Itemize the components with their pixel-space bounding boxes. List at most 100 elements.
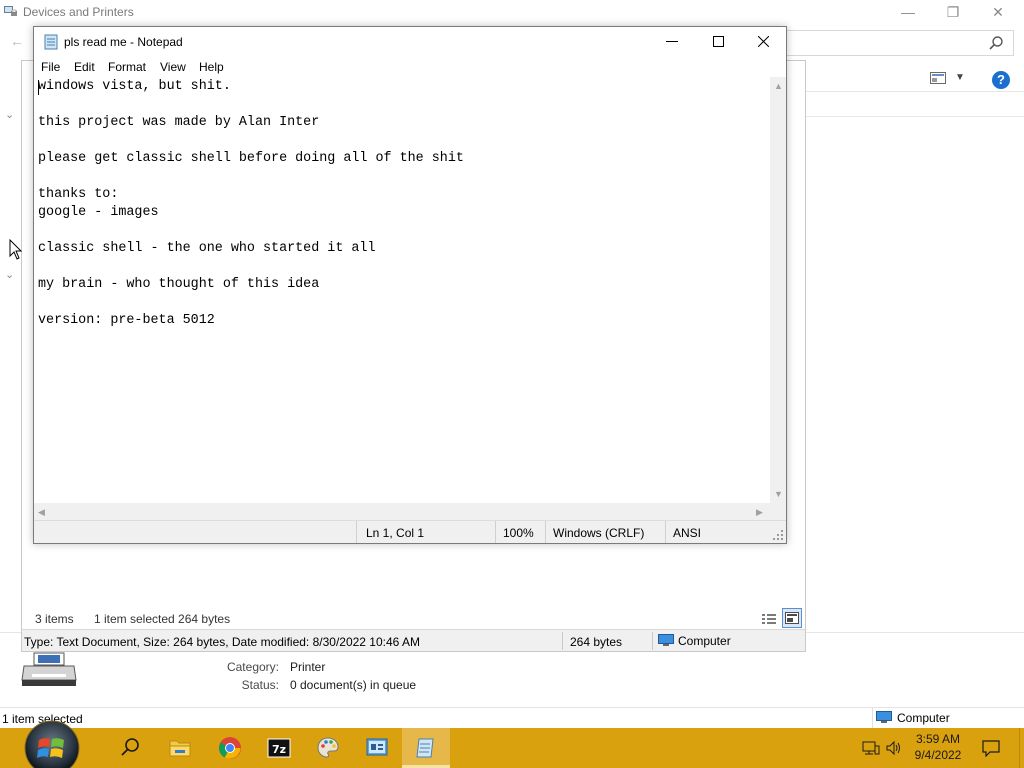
file-size: 264 bytes bbox=[570, 635, 623, 649]
svg-text:7z: 7z bbox=[272, 743, 286, 756]
text-line: version: pre-beta 5012 bbox=[38, 313, 215, 328]
volume-icon[interactable] bbox=[885, 740, 903, 756]
search-icon bbox=[121, 738, 139, 756]
chevron-down-icon[interactable]: ⌄ bbox=[5, 268, 14, 281]
divider bbox=[356, 521, 357, 543]
paint-palette-icon bbox=[317, 737, 339, 758]
selected-info: 1 item selected 264 bytes bbox=[94, 612, 231, 626]
menu-edit[interactable]: Edit bbox=[74, 60, 95, 74]
taskbar-notepad-button[interactable] bbox=[402, 728, 450, 768]
notepad-window: pls read me - Notepad File Edit Format V… bbox=[33, 26, 787, 544]
notepad-statusbar: Ln 1, Col 1 100% Windows (CRLF) ANSI bbox=[34, 520, 786, 543]
devices-statusbar: 1 item selected Computer bbox=[0, 707, 1024, 729]
network-icon[interactable] bbox=[862, 740, 880, 756]
scrollbar-corner bbox=[770, 503, 786, 520]
minimize-button[interactable]: — bbox=[898, 2, 918, 22]
help-icon[interactable]: ? bbox=[992, 71, 1010, 89]
text-line: windows vista, but shit. bbox=[38, 79, 231, 94]
notepad-icon bbox=[416, 738, 434, 758]
zoom-level: 100% bbox=[503, 526, 534, 540]
divider bbox=[562, 632, 563, 650]
text-line: google - images bbox=[38, 205, 159, 220]
system-clock[interactable]: 3:59 AM 9/4/2022 bbox=[906, 731, 970, 763]
text-line: my brain - who thought of this idea bbox=[38, 277, 320, 292]
scroll-left-arrow-icon[interactable]: ◀ bbox=[38, 507, 45, 517]
taskbar-7zip-button[interactable]: 7z bbox=[255, 728, 303, 768]
maximize-button[interactable]: ❐ bbox=[943, 2, 963, 22]
preview-pane-icon bbox=[785, 612, 799, 624]
computer-icon bbox=[658, 634, 674, 646]
status-label: Status: bbox=[241, 678, 279, 692]
view-options-dropdown[interactable]: ▼ bbox=[955, 72, 965, 83]
category-value: Printer bbox=[290, 660, 326, 674]
maximize-icon bbox=[713, 36, 724, 47]
menu-file[interactable]: File bbox=[41, 60, 60, 74]
taskbar-paint-button[interactable] bbox=[304, 728, 352, 768]
divider bbox=[806, 116, 1024, 117]
notepad-title: pls read me - Notepad bbox=[64, 35, 183, 49]
preview-view-button[interactable] bbox=[782, 608, 802, 628]
text-editor[interactable]: windows vista, but shit. this project wa… bbox=[34, 77, 770, 503]
resize-grip-icon[interactable] bbox=[772, 529, 784, 541]
change-view-icon[interactable] bbox=[930, 72, 946, 84]
menu-view[interactable]: View bbox=[160, 60, 186, 74]
taskbar-control-panel-button[interactable] bbox=[353, 728, 401, 768]
taskbar-chrome-button[interactable] bbox=[206, 728, 254, 768]
divider bbox=[545, 521, 546, 543]
file-info-bar: Type: Text Document, Size: 264 bytes, Da… bbox=[22, 629, 805, 651]
chrome-icon bbox=[219, 737, 241, 759]
item-count: 3 items bbox=[35, 612, 74, 626]
details-view-icon[interactable] bbox=[760, 610, 778, 626]
mouse-cursor-icon bbox=[9, 239, 23, 260]
printer-icon bbox=[21, 652, 77, 686]
scroll-up-arrow-icon[interactable]: ▲ bbox=[774, 81, 783, 91]
close-button[interactable]: ✕ bbox=[988, 2, 1008, 22]
7zip-icon: 7z bbox=[267, 738, 291, 758]
location-label: Computer bbox=[897, 711, 950, 725]
search-icon[interactable] bbox=[988, 35, 1004, 51]
scroll-down-arrow-icon[interactable]: ▼ bbox=[774, 489, 783, 499]
taskbar-search-button[interactable] bbox=[106, 728, 154, 768]
devices-titlebar[interactable]: Devices and Printers — ❐ ✕ bbox=[0, 0, 1024, 24]
location-label: Computer bbox=[678, 634, 731, 648]
horizontal-scrollbar[interactable]: ◀ ▶ bbox=[34, 503, 770, 520]
status-value: 0 document(s) in queue bbox=[290, 678, 417, 692]
command-bar bbox=[786, 62, 1024, 92]
search-input[interactable] bbox=[786, 30, 1014, 56]
taskbar: 7z 3:59 AM 9/4/2022 bbox=[0, 720, 1024, 768]
control-panel-icon bbox=[366, 738, 388, 756]
devices-window-title: Devices and Printers bbox=[23, 5, 134, 19]
notepad-icon bbox=[44, 34, 58, 50]
computer-icon bbox=[876, 711, 892, 723]
clock-date: 9/4/2022 bbox=[914, 748, 962, 762]
text-line: classic shell - the one who started it a… bbox=[38, 241, 376, 256]
encoding: ANSI bbox=[673, 526, 702, 540]
menu-format[interactable]: Format bbox=[108, 60, 146, 74]
folder-icon bbox=[169, 740, 191, 757]
location-status: Computer bbox=[876, 711, 950, 725]
cursor-position: Ln 1, Col 1 bbox=[366, 526, 425, 540]
divider bbox=[495, 521, 496, 543]
category-label: Category: bbox=[226, 660, 279, 674]
line-ending: Windows (CRLF) bbox=[553, 526, 645, 540]
menu-help[interactable]: Help bbox=[199, 60, 224, 74]
close-button[interactable] bbox=[740, 27, 786, 57]
back-arrow-icon[interactable]: ← bbox=[10, 33, 24, 49]
maximize-button[interactable] bbox=[695, 27, 741, 57]
scroll-right-arrow-icon[interactable]: ▶ bbox=[756, 507, 763, 517]
start-orb-icon[interactable] bbox=[19, 718, 85, 768]
taskbar-file-explorer-button[interactable] bbox=[156, 728, 204, 768]
explorer-statusbar: 3 items 1 item selected 264 bytes bbox=[22, 607, 805, 629]
divider bbox=[652, 632, 653, 650]
chevron-down-icon[interactable]: ⌄ bbox=[5, 108, 14, 121]
close-icon bbox=[758, 36, 769, 47]
vertical-scrollbar[interactable]: ▲ ▼ bbox=[770, 77, 786, 503]
show-desktop-button[interactable] bbox=[1019, 728, 1020, 768]
file-location: Computer bbox=[658, 634, 731, 648]
minimize-button[interactable] bbox=[649, 27, 695, 57]
file-type-info: Type: Text Document, Size: 264 bytes, Da… bbox=[24, 635, 421, 649]
notepad-titlebar[interactable]: pls read me - Notepad bbox=[34, 27, 786, 57]
text-line: please get classic shell before doing al… bbox=[38, 151, 464, 166]
divider bbox=[872, 708, 873, 729]
action-center-icon[interactable] bbox=[982, 739, 1000, 757]
